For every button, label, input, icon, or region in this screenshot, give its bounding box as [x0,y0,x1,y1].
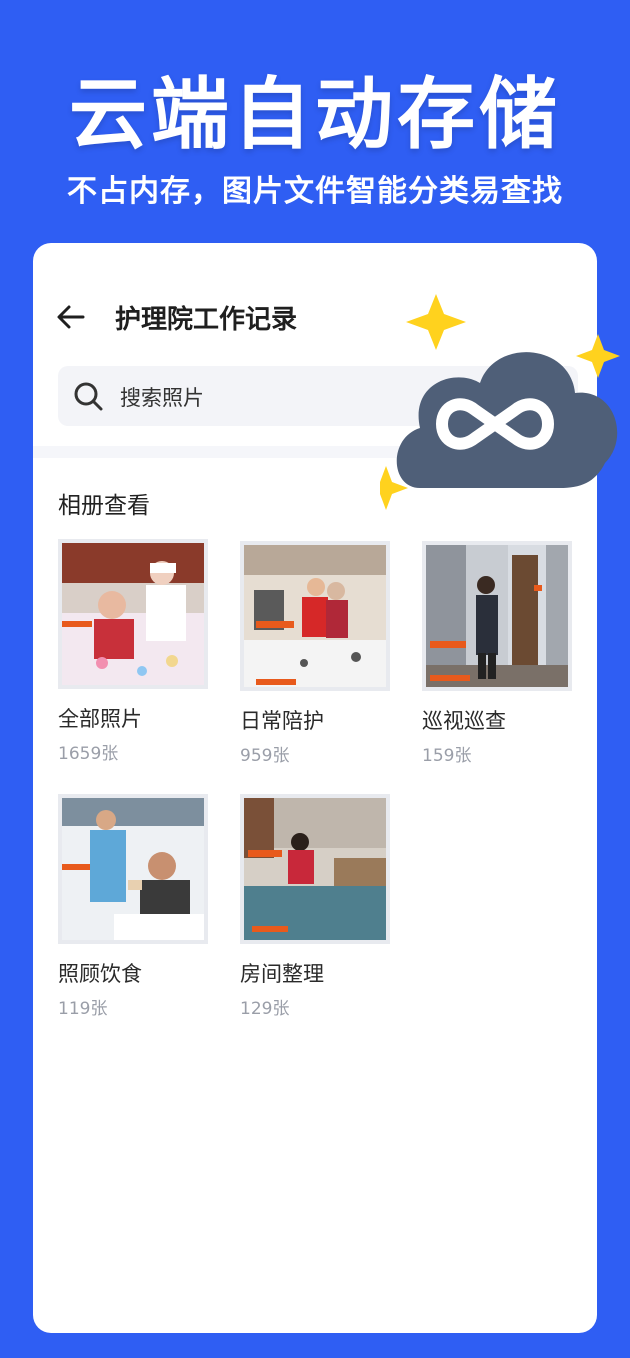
hero-title: 云端自动存储 [68,70,561,160]
sparkle-icon [406,294,466,350]
search-placeholder: 搜索照片 [120,386,204,410]
album-count: 1659张 [58,744,119,764]
album-name: 全部照片 [58,707,142,731]
search-icon [74,382,103,411]
album-count: 959张 [240,746,290,766]
album-card[interactable]: 全部照片 1659张 [58,539,208,764]
album-count: 159张 [422,746,472,766]
arrow-left-icon[interactable] [55,301,87,333]
album-card[interactable]: 照顾饮食 119张 [58,794,208,1019]
album-name: 巡视巡查 [422,709,506,733]
cloud-infinity-icon [380,294,620,510]
album-thumbnail [240,541,390,691]
album-count: 119张 [58,999,108,1019]
album-card[interactable]: 巡视巡查 159张 [422,541,572,766]
album-thumbnail [422,541,572,691]
album-thumbnail [240,794,390,944]
section-title: 相册查看 [58,493,150,519]
album-name: 照顾饮食 [58,962,142,986]
album-name: 房间整理 [240,962,324,986]
album-thumbnail [58,539,208,689]
album-count: 129张 [240,999,290,1019]
album-card[interactable]: 日常陪护 959张 [240,541,390,766]
album-thumbnail [58,794,208,944]
album-card[interactable]: 房间整理 129张 [240,794,390,1019]
hero-subtitle: 不占内存，图片文件智能分类易查找 [67,174,563,209]
sparkle-icon [576,334,620,378]
album-name: 日常陪护 [240,709,324,733]
page-title: 护理院工作记录 [115,305,298,335]
